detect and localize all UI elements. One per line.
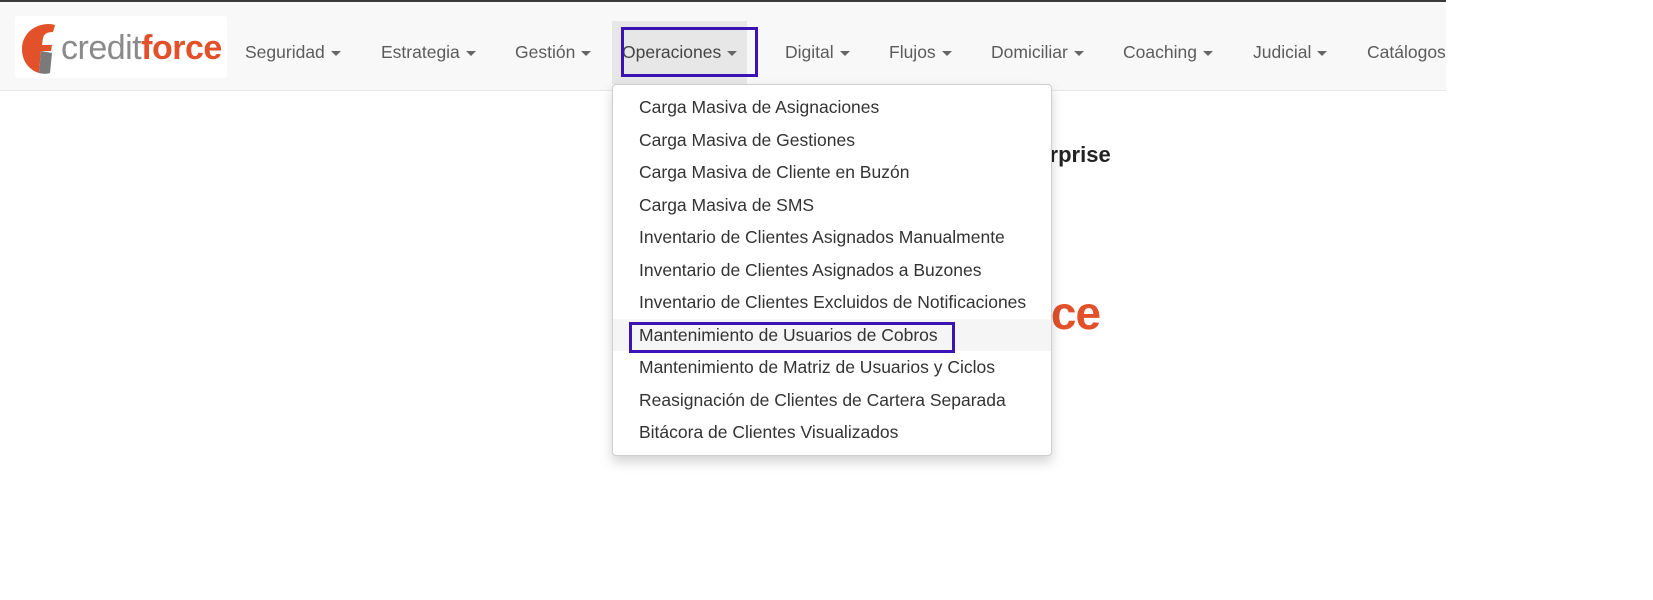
nav-label: Catálogos [1367,42,1446,62]
nav-judicial[interactable]: Judicial [1253,21,1328,84]
brand-credit: credit [61,29,142,67]
menu-item-reasignacion-cartera[interactable]: Reasignación de Clientes de Cartera Sepa… [613,384,1051,417]
nav-domiciliar[interactable]: Domiciliar [991,21,1084,84]
nav-estrategia[interactable]: Estrategia [381,21,476,84]
brand-wordmark: creditforce [61,31,222,65]
caret-down-icon [1317,50,1328,56]
nav-coaching[interactable]: Coaching [1123,21,1213,84]
menu-item-carga-sms[interactable]: Carga Masiva de SMS [613,189,1051,222]
menu-item-carga-cliente-buzon[interactable]: Carga Masiva de Cliente en Buzón [613,156,1051,189]
nav-flujos[interactable]: Flujos [889,21,952,84]
nav-label: Judicial [1253,42,1312,62]
nav-label: Seguridad [245,42,325,62]
nav-label: Digital [785,42,834,62]
caret-down-icon [839,50,850,56]
nav-label: Operaciones [622,42,722,62]
nav-operaciones[interactable]: Operaciones [612,21,748,84]
navbar: creditforce Seguridad Estrategia Gestión… [0,0,1446,91]
menu-item-carga-gestiones[interactable]: Carga Masiva de Gestiones [613,124,1051,157]
nav-label: Gestión [515,42,576,62]
caret-down-icon [727,50,738,56]
nav-label: Domiciliar [991,42,1068,62]
menu-item-mantenimiento-usuarios-cobros[interactable]: Mantenimiento de Usuarios de Cobros [613,318,1051,351]
operaciones-dropdown-menu: Carga Masiva de Asignaciones Carga Masiv… [612,84,1052,456]
creditforce-f-icon [22,24,55,74]
caret-down-icon [941,50,952,56]
nav-seguridad[interactable]: Seguridad [245,21,341,84]
caret-down-icon [465,50,476,56]
caret-down-icon [1073,50,1084,56]
menu-item-mantenimiento-matriz[interactable]: Mantenimiento de Matriz de Usuarios y Ci… [613,351,1051,384]
brand-force: force [141,29,222,67]
menu-item-bitacora-visualizados[interactable]: Bitácora de Clientes Visualizados [613,416,1051,449]
page: terprise rce creditforce Seguridad Estra… [0,0,1653,600]
nav-label: Estrategia [381,42,460,62]
menu-item-inventario-manual[interactable]: Inventario de Clientes Asignados Manualm… [613,221,1051,254]
nav-gestion[interactable]: Gestión [515,21,592,84]
menu-item-inventario-buzones[interactable]: Inventario de Clientes Asignados a Buzon… [613,254,1051,287]
caret-down-icon [1202,50,1213,56]
nav-label: Flujos [889,42,936,62]
caret-down-icon [330,50,341,56]
nav-catalogos[interactable]: Catálogos [1367,21,1446,84]
caret-down-icon [581,50,592,56]
menu-item-carga-asignaciones[interactable]: Carga Masiva de Asignaciones [613,91,1051,124]
nav-digital[interactable]: Digital [785,21,850,84]
menu-item-inventario-excluidos[interactable]: Inventario de Clientes Excluidos de Noti… [613,286,1051,319]
nav-label: Coaching [1123,42,1197,62]
brand-logo[interactable]: creditforce [15,16,227,78]
